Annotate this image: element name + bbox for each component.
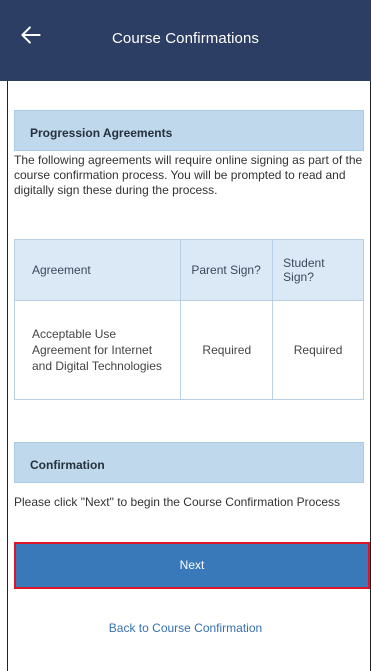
table-header-row: Agreement Parent Sign? Student Sign? — [13, 239, 364, 301]
section-header-progression-agreements: Progression Agreements — [14, 110, 364, 151]
agreements-description: The following agreements will require on… — [14, 153, 363, 197]
column-header-parent-sign: Parent Sign? — [180, 239, 274, 301]
section-header-confirmation: Confirmation — [14, 442, 364, 483]
confirmation-description: Please click "Next" to begin the Course … — [14, 495, 340, 509]
column-header-student-sign: Student Sign? — [272, 239, 364, 301]
agreement-name-cell: Acceptable Use Agreement for Internet an… — [13, 300, 182, 400]
next-button[interactable]: Next — [14, 542, 370, 589]
app-bar: Course Confirmations — [0, 0, 371, 81]
page-title: Course Confirmations — [111, 30, 260, 47]
column-header-agreement: Agreement — [13, 239, 182, 301]
table-row: Acceptable Use Agreement for Internet an… — [13, 300, 364, 400]
agreements-table: Agreement Parent Sign? Student Sign? Acc… — [13, 239, 364, 400]
parent-sign-cell: Required — [180, 300, 274, 400]
back-to-course-confirmation-link[interactable]: Back to Course Confirmation — [0, 621, 371, 635]
student-sign-cell: Required — [272, 300, 364, 400]
